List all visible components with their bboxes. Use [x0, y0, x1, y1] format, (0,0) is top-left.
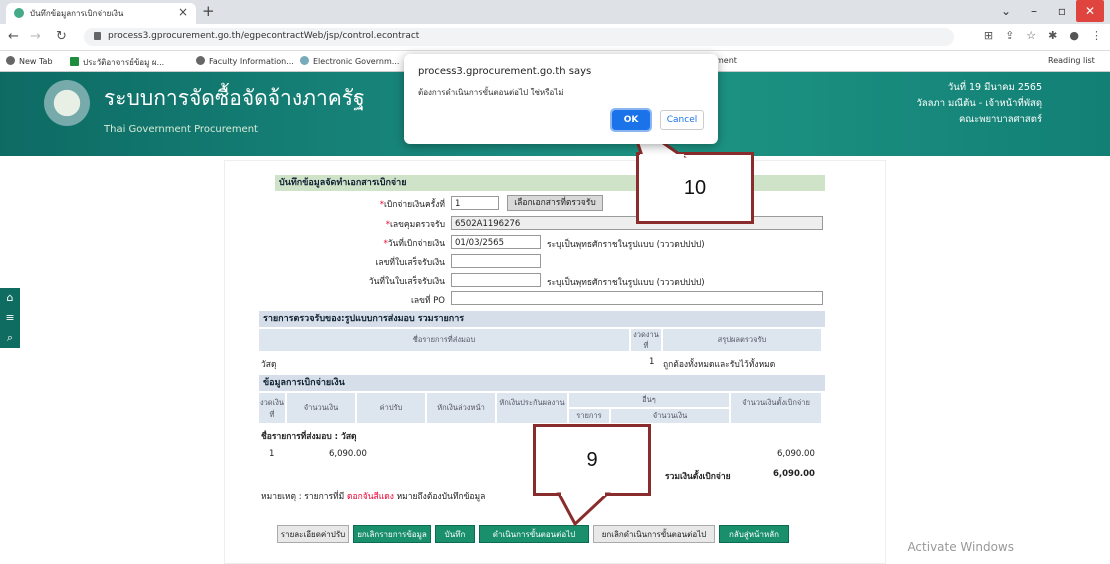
inspection-section-title: รายการตรวจรับของ:รูปแบบการส่งมอบ รวมรายก…	[259, 311, 825, 327]
pay-col-guarantee: หักเงินประกันผลงาน	[497, 393, 567, 423]
menu-list-icon[interactable]: ≡	[0, 308, 20, 328]
back-icon[interactable]: ←	[8, 29, 19, 44]
receipt-date-label: วันที่ในใบเสร็จรับเงิน	[368, 277, 445, 287]
pay-col-fine: ค่าปรับ	[357, 393, 425, 423]
payment-row-period: 1	[269, 449, 275, 459]
bookmark-item[interactable]: New Tab	[6, 56, 53, 66]
pay-date-hint: ระบุเป็นพุทธศักราชในรูปแบบ (วววดปปปป)	[547, 240, 705, 250]
window-controls: ⌄ – ▫ ✕	[992, 0, 1104, 22]
site-favicon-icon	[14, 8, 24, 18]
browser-tab[interactable]: บันทึกข้อมูลการเบิกจ่ายเงิน ×	[6, 3, 196, 24]
menu-icon[interactable]: ⋮	[1091, 29, 1102, 42]
cancel-items-button[interactable]: ยกเลิกรายการข้อมูล	[353, 525, 431, 543]
inspection-col-period: งวดงานที่	[631, 329, 661, 351]
lock-icon	[94, 32, 101, 40]
fine-detail-button[interactable]: รายละเอียดค่าปรับ	[277, 525, 349, 543]
translate-icon[interactable]: ⊞	[984, 29, 993, 42]
callout-pointer-9	[556, 492, 611, 527]
close-tab-icon[interactable]: ×	[178, 5, 188, 19]
inspection-row-period: 1	[649, 357, 655, 367]
extensions-icon[interactable]: ✱	[1048, 29, 1057, 42]
payment-section-title: ข้อมูลการเบิกจ่ายเงิน	[259, 375, 825, 391]
receipt-date-hint: ระบุเป็นพุทธศักราชในรูปแบบ (วววดปปปป)	[547, 278, 705, 288]
confirm-dialog: process3.gprocurement.go.th says ต้องการ…	[404, 54, 718, 144]
pay-col-advance: หักเงินล่วงหน้า	[427, 393, 495, 423]
dialog-title: process3.gprocurement.go.th says	[418, 66, 592, 77]
extension-toolbar: ⊞ ⇪ ☆ ✱ ● ⋮	[984, 29, 1102, 42]
inspection-col-item: ชื่อรายการที่ส่งมอบ	[259, 329, 629, 351]
payment-row-total: 6,090.00	[777, 449, 815, 459]
pay-col-amount: จำนวนเงิน	[287, 393, 355, 423]
select-doc-button[interactable]: เลือกเอกสารที่ตรวจรับ	[507, 195, 603, 211]
pay-col-other-item: รายการ	[569, 409, 609, 423]
pay-date-label: *วันที่เบิกจ่ายเงิน	[383, 239, 445, 249]
po-label: เลขที่ PO	[410, 296, 445, 306]
activate-windows-watermark: Activate Windows	[907, 540, 1014, 554]
new-tab-icon[interactable]: +	[202, 2, 215, 20]
user-name: วัลลภา มณีต้น - เจ้าหน้าที่พัสดุ	[916, 98, 1042, 109]
pay-col-other: อื่นๆ	[569, 393, 729, 407]
tab-title: บันทึกข้อมูลการเบิกจ่ายเงิน	[30, 9, 124, 18]
receipt-no-input[interactable]	[451, 254, 541, 268]
dialog-message: ต้องการดำเนินการขั้นตอนต่อไป ใช่หรือไม่	[418, 88, 564, 97]
save-button[interactable]: บันทึก	[435, 525, 475, 543]
bookmark-item[interactable]: ประวัติอาจารย์ข้อมู ผ...	[70, 56, 164, 69]
star-icon[interactable]: ☆	[1026, 29, 1036, 42]
url-field[interactable]: process3.gprocurement.go.th/egpecontract…	[84, 28, 954, 46]
payment-sum-value: 6,090.00	[773, 469, 815, 479]
dialog-ok-button[interactable]: OK	[610, 108, 652, 132]
profile-icon[interactable]: ●	[1069, 29, 1079, 42]
receipt-date-input[interactable]	[451, 273, 541, 287]
minimize-icon[interactable]: –	[1020, 0, 1048, 22]
home-button[interactable]: กลับสู่หน้าหลัก	[719, 525, 789, 543]
site-subtitle: Thai Government Procurement	[104, 124, 258, 135]
installment-label: *เบิกจ่ายเงินครั้งที่	[379, 200, 445, 210]
dialog-cancel-button[interactable]: Cancel	[660, 110, 704, 130]
inspection-row-item: วัสดุ	[261, 360, 277, 370]
side-toolbar: ⌂ ≡ ⌕	[0, 288, 20, 348]
callout-step-9: 9	[533, 424, 651, 496]
bookmark-item[interactable]: ment	[716, 56, 737, 65]
callout-step-10: 10	[636, 152, 754, 224]
window-close-icon[interactable]: ✕	[1076, 0, 1104, 22]
inspection-row-result: ถูกต้องทั้งหมดและรับไว้ทั้งหมด	[663, 360, 776, 370]
pay-col-period: งวดเงินที่	[259, 393, 285, 423]
site-title: ระบบการจัดซื้อจัดจ้างภาครัฐ	[104, 86, 365, 110]
current-date: วันที่ 19 มีนาคม 2565	[947, 82, 1042, 93]
reload-icon[interactable]: ↻	[56, 29, 67, 44]
dropdown-icon[interactable]: ⌄	[992, 0, 1020, 22]
government-seal-logo	[44, 80, 90, 126]
po-input[interactable]	[451, 291, 823, 305]
home-icon[interactable]: ⌂	[0, 288, 20, 308]
user-org: คณะพยาบาลศาสตร์	[958, 114, 1042, 125]
pay-col-total: จำนวนเงินตั้งเบิกจ่าย	[731, 393, 821, 423]
bookmark-item[interactable]: Faculty Information...	[196, 56, 294, 66]
installment-input[interactable]: 1	[451, 196, 499, 210]
forward-icon[interactable]: →	[30, 29, 41, 44]
receipt-no-label: เลขที่ใบเสร็จรับเงิน	[375, 258, 445, 268]
payment-note: หมายเหตุ : รายการที่มี ดอกจันสีแดง หมายถ…	[261, 492, 486, 502]
inspection-no-label: *เลขคุมตรวจรับ	[385, 220, 445, 230]
reading-list-button[interactable]: Reading list	[1048, 56, 1095, 65]
url-text: process3.gprocurement.go.th/egpecontract…	[108, 31, 420, 41]
payment-sum-label: รวมเงินตั้งเบิกจ่าย	[665, 472, 731, 482]
user-info: วันที่ 19 มีนาคม 2565 วัลลภา มณีต้น - เจ…	[916, 80, 1042, 128]
maximize-icon[interactable]: ▫	[1048, 0, 1076, 22]
payment-row-amount: 6,090.00	[329, 449, 367, 459]
search-icon[interactable]: ⌕	[0, 328, 20, 348]
inspection-col-result: สรุปผลตรวจรับ	[663, 329, 821, 351]
bookmark-item[interactable]: Electronic Governm...	[300, 56, 399, 66]
share-icon[interactable]: ⇪	[1005, 29, 1014, 42]
pay-col-other-amount: จำนวนเงิน	[611, 409, 729, 423]
pay-date-input[interactable]: 01/03/2565	[451, 235, 541, 249]
payment-item-label: ชื่อรายการที่ส่งมอบ : วัสดุ	[261, 432, 357, 442]
